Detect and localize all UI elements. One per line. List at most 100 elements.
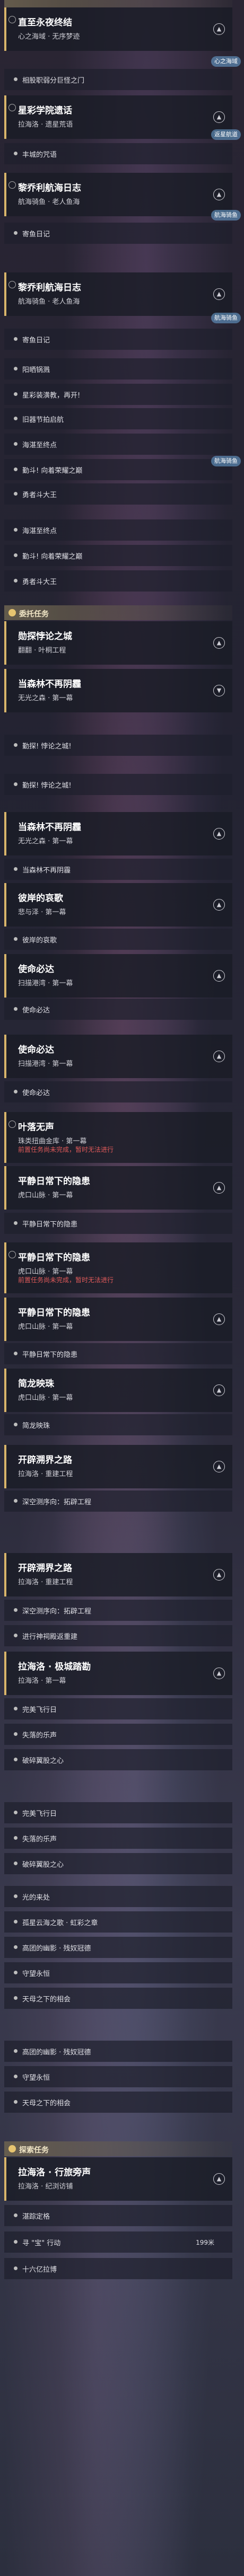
task-item[interactable]: 相股职弱分巨怪之门 (4, 69, 232, 90)
task-item[interactable]: 守望永恒 (4, 2066, 232, 2087)
collapse-icon[interactable]: ▲ (213, 970, 225, 982)
bullet-icon (14, 1732, 18, 1736)
collapse-icon[interactable]: ▲ (213, 828, 225, 840)
task-label: 失落的乐声 (22, 1732, 57, 1740)
task-item[interactable]: 破碎翼股之心 (4, 1853, 232, 1874)
task-item[interactable]: 海湛至终点 (4, 519, 232, 541)
locked-warning: 前置任务尚未完成，暂时无法进行 (18, 1276, 114, 1284)
bullet-icon (14, 1836, 18, 1840)
quest-title: 黎乔利航海日志 (18, 183, 81, 193)
task-item[interactable]: 当森林不再阴霾 (4, 859, 232, 880)
task-item[interactable]: 平静日常下的隐患 (4, 1213, 232, 1234)
collapse-icon[interactable]: ▲ (213, 23, 225, 35)
task-item[interactable]: 高团的幽影 · 残奴冠德 (4, 2041, 232, 2062)
quest-card[interactable]: 开辟溯界之路 拉海洛 · 重建工程 ▲ (4, 1445, 232, 1488)
collapse-icon[interactable]: ▲ (213, 189, 225, 200)
task-item[interactable]: 勤探! 悖论之城! (4, 774, 232, 795)
quest-subtitle: 扫描港湾 · 第一幕 (18, 1060, 73, 1068)
quest-title: 叶落无声 (18, 1122, 54, 1133)
task-label: 使命必达 (22, 1089, 50, 1097)
task-item[interactable]: 旧器节拍启航 (4, 408, 232, 429)
collapse-icon[interactable]: ▼ (213, 685, 225, 696)
task-item[interactable]: 寻 "宝" 行动 199米 (4, 2231, 232, 2253)
bullet-icon (14, 1090, 18, 1093)
task-item[interactable]: 勤探! 悖论之城! (4, 735, 232, 756)
quest-card[interactable]: 开辟溯界之路 拉海洛 · 重建工程 ▲ (4, 1553, 232, 1596)
task-item[interactable]: 勤斗! 向着荣耀之巅 (4, 545, 232, 566)
quest-card[interactable]: 黎乔利航海日志 航海骑鱼 · 老人鱼海 ▲ (4, 272, 232, 316)
task-item[interactable]: 湛踪定格 (4, 2205, 232, 2226)
collapse-icon[interactable]: ▲ (213, 1384, 225, 1396)
collapse-icon[interactable]: ▲ (213, 288, 225, 300)
quest-card[interactable]: 平静日常下的隐患 虎口山脉 · 第一幕 前置任务尚未完成，暂时无法进行 (4, 1242, 232, 1293)
collapse-icon[interactable]: ▲ (213, 1182, 225, 1194)
quest-card[interactable]: 直至永夜终结 心之海域 · 无序梦迹 ▲ (4, 7, 232, 51)
quest-card[interactable]: 平静日常下的隐患 虎口山脉 · 第一幕 ▲ (4, 1298, 232, 1341)
task-item[interactable]: 十六亿拉博 (4, 2258, 232, 2279)
task-item[interactable]: 守望永恒 (4, 1962, 232, 1983)
quest-card[interactable]: 当森林不再阴霾 无光之森 · 第一幕 ▼ (4, 669, 232, 712)
task-item[interactable]: 破碎翼股之心 (4, 1749, 232, 1770)
quest-card[interactable]: 勋探悖论之城 翻翻 · 叶桐工程 ▲ (4, 621, 232, 665)
task-item[interactable]: 使命必达 (4, 999, 232, 1020)
collapse-icon[interactable]: ▲ (213, 899, 225, 911)
quest-card[interactable]: 黎乔利航海日志 航海骑鱼 · 老人鱼海 ▲ (4, 173, 232, 216)
quest-card[interactable]: 简龙映珠 虎口山脉 · 第一幕 ▲ (4, 1369, 232, 1412)
quest-card[interactable]: 使命必达 扫描港湾 · 第一幕 ▲ (4, 954, 232, 998)
task-item[interactable]: 使命必达 (4, 1081, 232, 1102)
task-item[interactable]: 深空测序向：拓辟工程 (4, 1490, 232, 1512)
task-item[interactable]: 海湛至终点 (4, 434, 232, 455)
task-item[interactable]: 寄鱼日记 (4, 329, 232, 350)
quest-card[interactable]: 使命必达 扫描港湾 · 第一幕 ▲ (4, 1035, 232, 1078)
task-label: 守望永恒 (22, 2074, 50, 2082)
task-item[interactable]: 天母之下的相会 (4, 2092, 232, 2113)
bullet-icon (14, 1634, 18, 1637)
task-label: 勤探! 悖论之城! (22, 782, 72, 790)
bullet-icon (14, 1423, 18, 1426)
quest-card[interactable]: 拉海洛 · 行旅旁声 拉海洛 · 纪浏访铺 ▲ (4, 2157, 232, 2201)
task-item[interactable]: 完美飞行日 (4, 1698, 232, 1719)
locked-warning: 前置任务尚未完成，暂时无法进行 (18, 1146, 114, 1153)
task-item[interactable]: 失落的乐声 (4, 1828, 232, 1849)
collapse-icon[interactable]: ▲ (213, 111, 225, 123)
task-item[interactable]: 彼岸的哀歌 (4, 929, 232, 950)
task-item[interactable]: 星彩装潢教，再开! (4, 384, 232, 405)
task-item[interactable]: 高团的幽影 · 残奴冠德 (4, 1937, 232, 1958)
task-item[interactable]: 进行神祠殿返重建 (4, 1625, 232, 1646)
task-item[interactable]: 孤星云海之歌 · 虹彩之章 (4, 1911, 232, 1933)
collapse-icon[interactable]: ▲ (213, 637, 225, 649)
collapse-icon[interactable]: ▲ (213, 1569, 225, 1581)
task-item[interactable]: 勇者斗大王 (4, 570, 232, 592)
bullet-icon (14, 1996, 18, 2000)
quest-subtitle: 扫描港湾 · 第一幕 (18, 980, 73, 987)
collapse-icon[interactable]: ▲ (213, 2173, 225, 2185)
task-item[interactable]: 丰城的咒语 (4, 143, 232, 164)
task-item[interactable]: 失落的乐声 (4, 1724, 232, 1745)
quest-card[interactable]: 拉海洛 · 极城踏勘 拉海洛 · 第一幕 ▲ (4, 1652, 232, 1695)
task-label: 十六亿拉博 (22, 2266, 57, 2274)
collapse-icon[interactable]: ▲ (213, 1461, 225, 1472)
quest-card[interactable]: 星彩学院遗话 拉海洛 · 遗星荒语 ▲ (4, 95, 232, 139)
task-item[interactable]: 平静日常下的隐患 (4, 1343, 232, 1364)
task-item[interactable]: 阳晒锅溅 (4, 358, 232, 380)
task-item[interactable]: 完美飞行日 (4, 1802, 232, 1823)
task-item[interactable]: 寄鱼日记 (4, 223, 232, 244)
task-item[interactable]: 勤斗! 向着荣耀之巅 (4, 459, 232, 480)
task-item[interactable]: 深空测序向：拓辟工程 (4, 1600, 232, 1621)
quest-card[interactable]: 彼岸的哀歌 悲与泽 · 第一幕 ▲ (4, 883, 232, 927)
task-item[interactable]: 光的来处 (4, 1886, 232, 1907)
collapse-icon[interactable]: ▲ (213, 1668, 225, 1679)
quest-card[interactable]: 当森林不再阴霾 无光之森 · 第一幕 ▲ (4, 812, 232, 855)
quest-title: 当森林不再阴霾 (18, 679, 81, 690)
task-item[interactable]: 勇者斗大王 (4, 483, 232, 505)
quest-title: 拉海洛 · 行旅旁声 (18, 2167, 91, 2178)
task-item[interactable]: 简龙映珠 (4, 1414, 232, 1435)
task-item[interactable]: 天母之下的相会 (4, 1988, 232, 2009)
bullet-icon (14, 1007, 18, 1011)
collapse-icon[interactable]: ▲ (213, 1313, 225, 1325)
quest-card[interactable]: 叶落无声 珠类扭曲金库 · 第一幕 前置任务尚未完成，暂时无法进行 (4, 1112, 232, 1163)
task-label: 相股职弱分巨怪之门 (22, 77, 85, 85)
collapse-icon[interactable]: ▲ (213, 1051, 225, 1062)
quest-card[interactable]: 平静日常下的隐患 虎口山脉 · 第一幕 ▲ (4, 1166, 232, 1210)
bullet-icon (14, 2075, 18, 2078)
